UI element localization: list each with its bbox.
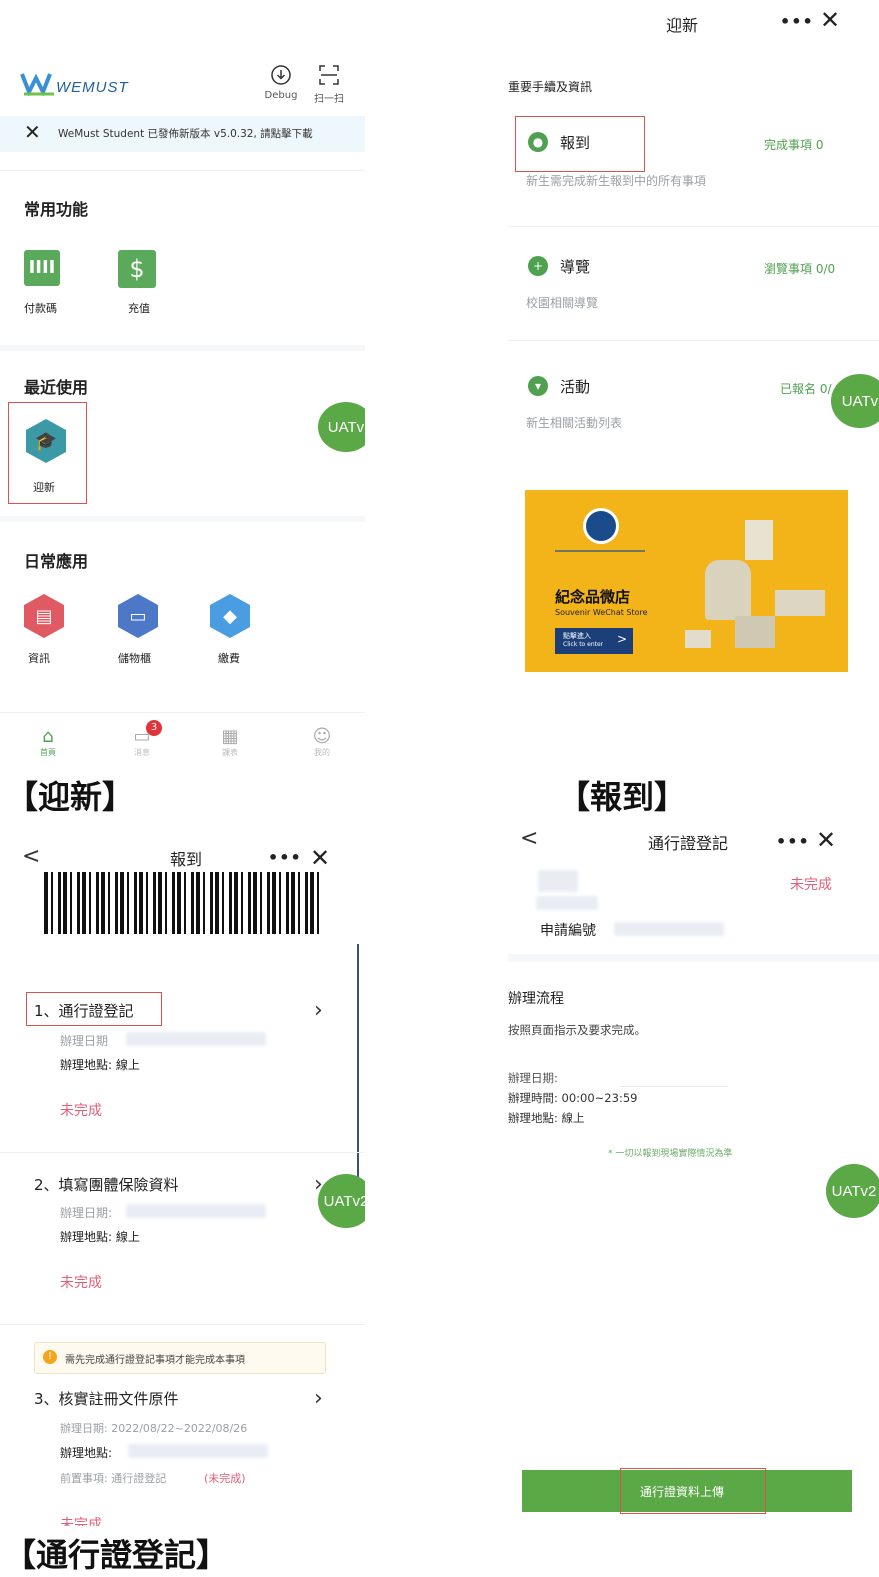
more-icon[interactable]: •••: [776, 832, 810, 851]
caption-orientation: 【迎新】: [6, 778, 135, 816]
redacted-application-number: [614, 922, 724, 936]
place-text: 辦理地點: 線上: [508, 1111, 585, 1125]
redacted-date: [126, 1204, 266, 1218]
logo-mark-icon: [20, 73, 54, 96]
close-icon[interactable]: ✕: [820, 6, 840, 34]
debug-button[interactable]: Debug: [258, 64, 304, 108]
uat-badge[interactable]: UATv2: [826, 1164, 879, 1218]
scan-icon: [319, 65, 339, 85]
update-notice-bar[interactable]: ✕ WeMust Student 已發佈新版本 v5.0.32, 請點擊下載: [0, 116, 365, 152]
guide-card[interactable]: + 導覽 瀏覽事項 0/0 校園相關導覽: [508, 254, 879, 324]
arrow-right-icon: >: [617, 632, 628, 646]
close-icon[interactable]: ✕: [816, 826, 836, 854]
unread-badge: 3: [146, 720, 162, 736]
souvenir-store-banner[interactable]: 紀念品微店 Souvenir WeChat Store 點擊進入 Click t…: [525, 490, 848, 672]
download-icon: [271, 65, 291, 85]
compass-icon: +: [528, 256, 548, 276]
disclaimer-note: * 一切以報到現場實際情況為準: [608, 1149, 733, 1159]
back-icon[interactable]: <: [22, 844, 40, 869]
tab-messages[interactable]: ▭ 消息 3: [122, 720, 162, 758]
daily-title: 日常應用: [24, 552, 89, 571]
page-title: 報到: [170, 850, 203, 869]
chevron-right-icon: ›: [314, 1386, 323, 1411]
application-number-label: 申請編號: [540, 923, 596, 939]
tab-me[interactable]: ☺ 我的: [302, 726, 342, 758]
caption-pass-registration: 【通行證登記】: [4, 1536, 229, 1574]
locker-app[interactable]: ▭ 儲物櫃: [118, 594, 178, 666]
barcode-image: [44, 872, 324, 934]
upload-pass-data-button[interactable]: 通行證資料上傳: [522, 1468, 852, 1514]
status-label: 未完成: [790, 877, 832, 893]
recent-title: 最近使用: [24, 378, 89, 397]
close-icon[interactable]: ✕: [310, 844, 330, 872]
scroll-indicator[interactable]: [357, 944, 359, 1204]
top-up-app[interactable]: $ 充值: [118, 250, 178, 316]
instruction-text: 按照頁面指示及要求完成。: [508, 1023, 646, 1037]
common-title: 常用功能: [24, 200, 89, 219]
dollar-icon: $: [118, 250, 156, 288]
check-in-card[interactable]: ● 報到 完成事項 0 新生需完成新生報到中的所有事項: [508, 126, 879, 196]
prerequisite-warning: ! 需先完成通行證登記事項才能完成本事項: [34, 1342, 326, 1374]
graduation-cap-icon: 🎓: [26, 419, 66, 463]
more-icon[interactable]: •••: [268, 848, 302, 867]
process-title: 辦理流程: [508, 991, 564, 1007]
home-icon: ⌂: [42, 726, 54, 747]
more-icon[interactable]: •••: [780, 12, 814, 31]
chevron-right-icon: ›: [314, 998, 323, 1023]
redacted-id: [536, 896, 598, 910]
flag-icon: ▾: [528, 376, 548, 396]
wemust-logo: WEMUST: [20, 70, 150, 100]
home-screen: WEMUST Debug 扫一扫 ✕ WeMust Student 已發佈新版本…: [0, 0, 365, 770]
caption-check-in: 【報到】: [558, 778, 687, 816]
locker-icon: ▭: [118, 594, 158, 638]
calendar-icon: ▦: [221, 726, 239, 747]
tab-timetable[interactable]: ▦ 課表: [210, 726, 250, 758]
uat-badge[interactable]: UATv2: [318, 1174, 365, 1228]
activity-card[interactable]: ▾ 活動 已報名 0/ 新生相關活動列表: [508, 374, 879, 444]
barcode-icon: IIII: [24, 250, 60, 286]
payment-icon: ◆: [210, 594, 250, 638]
page-title: 迎新: [666, 16, 699, 35]
uat-badge[interactable]: UATv: [318, 402, 365, 452]
profile-icon: ☺: [312, 726, 332, 747]
check-in-screen: < 報到 ••• ✕ 1、通行證登記 › 辦理日期 辦理地點: 線上 未完成 2…: [0, 826, 365, 1526]
payment-app[interactable]: ◆ 繳費: [210, 594, 270, 666]
redacted-date: [126, 1032, 266, 1046]
news-app[interactable]: ▤ 資訊: [24, 594, 74, 666]
task-pass-registration[interactable]: 1、通行證登記 › 辦理日期 辦理地點: 線上 未完成: [0, 996, 355, 1136]
back-icon[interactable]: <: [520, 826, 538, 851]
scan-button[interactable]: 扫一扫: [306, 64, 352, 108]
tab-home[interactable]: ⌂ 首頁: [28, 726, 68, 758]
close-icon[interactable]: ✕: [24, 120, 41, 144]
user-icon: ●: [528, 132, 548, 152]
enter-store-button[interactable]: 點擊進入 Click to enter >: [555, 628, 633, 654]
date-label: 辦理日期:: [508, 1071, 558, 1085]
decorative-blocks: [685, 520, 835, 660]
news-icon: ▤: [24, 594, 64, 638]
redacted-date: [620, 1076, 728, 1087]
page-title: 通行證登記: [648, 834, 729, 853]
task-verify-documents[interactable]: 3、核實註冊文件原件 › 辦理日期: 2022/08/22~2022/08/26…: [0, 1386, 355, 1526]
orientation-app[interactable]: 🎓 迎新: [8, 402, 87, 504]
section-title: 重要手續及資訊: [508, 80, 593, 94]
orientation-screen: 迎新 ••• ✕ 重要手續及資訊 ● 報到 完成事項 0 新生需完成新生報到中的…: [508, 0, 879, 690]
payment-code-app[interactable]: IIII 付款碼: [24, 250, 84, 316]
redacted-name: [538, 870, 578, 892]
logo-text: WEMUST: [56, 79, 129, 96]
task-group-insurance[interactable]: 2、填寫團體保險資料 › 辦理日期: 辦理地點: 線上 未完成: [0, 1172, 355, 1304]
redacted-place: [128, 1444, 268, 1458]
pass-registration-screen: < 通行證登記 ••• ✕ 未完成 申請編號 辦理流程 按照頁面指示及要求完成。…: [508, 816, 879, 1526]
time-text: 辦理時間: 00:00~23:59: [508, 1091, 638, 1105]
warning-icon: !: [43, 1350, 57, 1364]
school-emblem-icon: [583, 508, 619, 544]
